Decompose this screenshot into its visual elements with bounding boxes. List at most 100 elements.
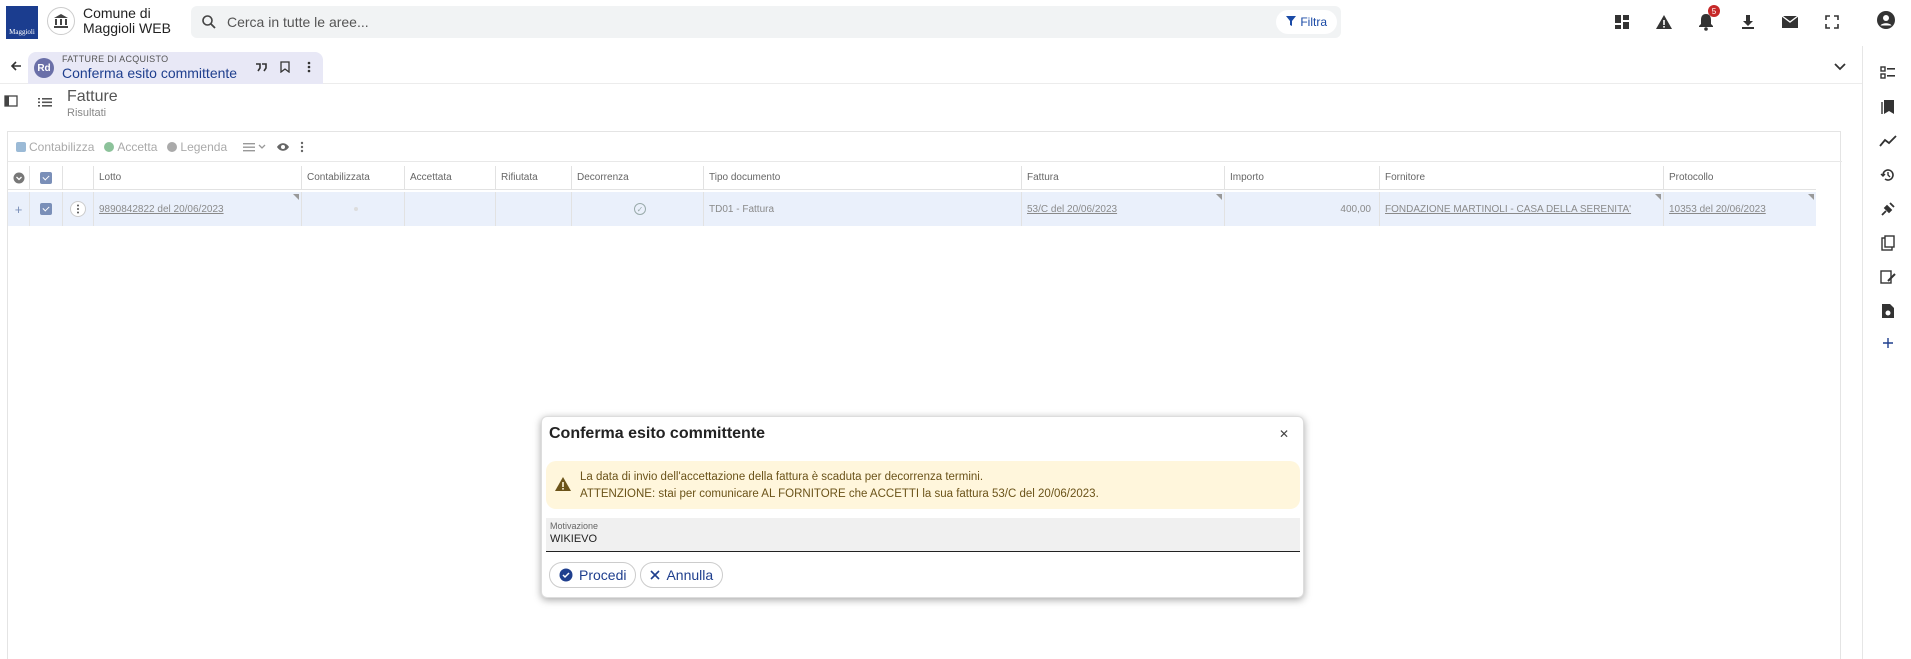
motivazione-input[interactable] [550, 531, 1290, 547]
tab-conferma-esito[interactable]: Rd FATTURE DI ACQUISTO Conferma esito co… [28, 52, 323, 84]
toolbar-more-button[interactable] [300, 141, 304, 153]
cell-importo: 400,00 [1225, 192, 1380, 226]
grid-toolbar: Contabilizza Accetta Legenda [8, 132, 1842, 162]
fullscreen-icon[interactable] [1820, 10, 1844, 34]
check-circle-icon [104, 141, 115, 152]
more-vertical-icon[interactable] [302, 60, 316, 74]
column-header-tipo-documento[interactable]: Tipo documento [704, 166, 1022, 190]
download-icon[interactable] [1736, 10, 1760, 34]
more-vertical-icon [70, 201, 86, 217]
warning-text: La data di invio dell'accettazione della… [580, 471, 1099, 500]
cell-accettata [405, 192, 496, 226]
empty-dot-icon [353, 207, 358, 211]
panel-toggle-icon[interactable] [4, 94, 20, 110]
legenda-button[interactable]: Legenda [167, 140, 227, 154]
tab-bar: Rd FATTURE DI ACQUISTO Conferma esito co… [0, 46, 1862, 84]
mail-icon[interactable] [1778, 10, 1802, 34]
top-actions: 5 [1610, 5, 1844, 34]
confirm-dialog: Conferma esito committente ✕ La data di … [541, 416, 1304, 598]
trending-icon[interactable] [1877, 130, 1899, 152]
search-icon [201, 14, 217, 35]
maggioli-logo[interactable]: Maggioli [6, 6, 38, 39]
list-icon[interactable] [38, 95, 52, 113]
field-label: Motivazione [550, 521, 599, 531]
notification-badge: 5 [1708, 5, 1720, 17]
cell-rifiutata [496, 192, 572, 226]
cell-decorrenza: ✓ [572, 192, 704, 226]
chevron-down-icon [258, 144, 266, 149]
edit-document-icon[interactable] [1877, 266, 1899, 288]
accetta-button[interactable]: Accetta [104, 140, 157, 154]
procedi-button[interactable]: Procedi [549, 562, 637, 588]
cell-lotto[interactable]: 9890842822 del 20/06/2023 [94, 192, 302, 226]
row-checkbox[interactable] [30, 192, 63, 226]
column-header-rifiutata[interactable]: Rifiutata [496, 166, 572, 190]
dashboard-icon[interactable] [1610, 10, 1634, 34]
contabilizza-icon [16, 141, 26, 152]
motivazione-field[interactable]: Motivazione [546, 518, 1300, 552]
filter-icon [1286, 15, 1297, 29]
view-button[interactable] [276, 142, 290, 152]
menu-lines-icon [243, 142, 256, 151]
close-icon[interactable]: ✕ [1277, 427, 1291, 441]
column-header-fornitore[interactable]: Fornitore [1380, 166, 1664, 190]
bookmarks-icon[interactable] [1877, 96, 1899, 118]
column-header-contabilizzata[interactable]: Contabilizzata [302, 166, 405, 190]
bookmark-icon[interactable] [278, 60, 292, 74]
chevron-down-icon[interactable] [1834, 58, 1846, 76]
actions-header [63, 166, 94, 190]
column-header-decorrenza[interactable]: Decorrenza [572, 166, 704, 190]
bell-icon[interactable]: 5 [1694, 5, 1720, 34]
checklist-icon[interactable] [1877, 62, 1899, 84]
history-icon[interactable] [1877, 164, 1899, 186]
row-actions[interactable] [63, 192, 94, 226]
column-header-lotto[interactable]: Lotto [94, 166, 302, 190]
municipality-icon [47, 7, 75, 35]
expand-all-cell[interactable] [8, 166, 30, 190]
column-header-importo[interactable]: Importo [1225, 166, 1380, 190]
dialog-title: Conferma esito committente [549, 425, 766, 442]
tab-title: Conferma esito committente [62, 65, 238, 81]
dialog-buttons: Procedi Annulla [549, 562, 724, 588]
density-menu-button[interactable] [243, 142, 266, 152]
add-icon[interactable] [1877, 332, 1899, 354]
back-arrow-icon[interactable] [6, 56, 26, 76]
global-search: Filtra [191, 6, 1341, 38]
table-row[interactable]: + 9890842822 del 20/06/2023 ✓ TD01 - Fat… [8, 192, 1816, 226]
collapse-circle-icon [13, 172, 24, 183]
expand-row-icon[interactable]: + [8, 192, 30, 226]
cell-protocollo[interactable]: 10353 del 20/06/2023 [1664, 192, 1816, 226]
check-circle-icon: ✓ [634, 203, 646, 215]
top-bar: Maggioli Comune di Maggioli WEB Filtra [0, 0, 1911, 46]
clipboard-icon[interactable] [1877, 232, 1899, 254]
checkbox-checked-icon [40, 203, 52, 215]
right-sidebar [1862, 46, 1911, 659]
check-circle-icon [559, 568, 573, 582]
cell-fornitore[interactable]: FONDAZIONE MARTINOLI - CASA DELLA SERENI… [1380, 192, 1664, 226]
contabilizza-button[interactable]: Contabilizza [16, 140, 94, 154]
info-icon [167, 141, 178, 152]
tab-subtitle: FATTURE DI ACQUISTO [62, 54, 169, 64]
app-name: Comune di Maggioli WEB [83, 5, 171, 36]
page-header: Fatture Risultati [0, 84, 1862, 124]
column-header-fattura[interactable]: Fattura [1022, 166, 1225, 190]
warning-icon [554, 476, 572, 497]
cell-fattura[interactable]: 53/C del 20/06/2023 [1022, 192, 1225, 226]
filter-button[interactable]: Filtra [1276, 10, 1337, 34]
warning-banner: La data di invio dell'accettazione della… [546, 461, 1300, 509]
annulla-button[interactable]: Annulla [640, 562, 724, 588]
more-vertical-icon [300, 141, 304, 152]
settings-document-icon[interactable] [1877, 300, 1899, 322]
select-all-checkbox[interactable] [30, 166, 63, 190]
column-header-accettata[interactable]: Accettata [405, 166, 496, 190]
column-header-protocollo[interactable]: Protocollo [1664, 166, 1816, 190]
account-icon[interactable] [1876, 10, 1896, 35]
search-input[interactable] [227, 10, 1127, 34]
warning-icon[interactable] [1652, 10, 1676, 34]
grid-header: Lotto Contabilizzata Accettata Rifiutata… [8, 166, 1816, 190]
app-title[interactable]: Comune di Maggioli WEB [47, 6, 171, 36]
close-icon [650, 570, 661, 580]
plugin-icon[interactable] [1877, 198, 1899, 220]
eye-icon [277, 142, 290, 151]
link-icon[interactable] [254, 60, 268, 74]
